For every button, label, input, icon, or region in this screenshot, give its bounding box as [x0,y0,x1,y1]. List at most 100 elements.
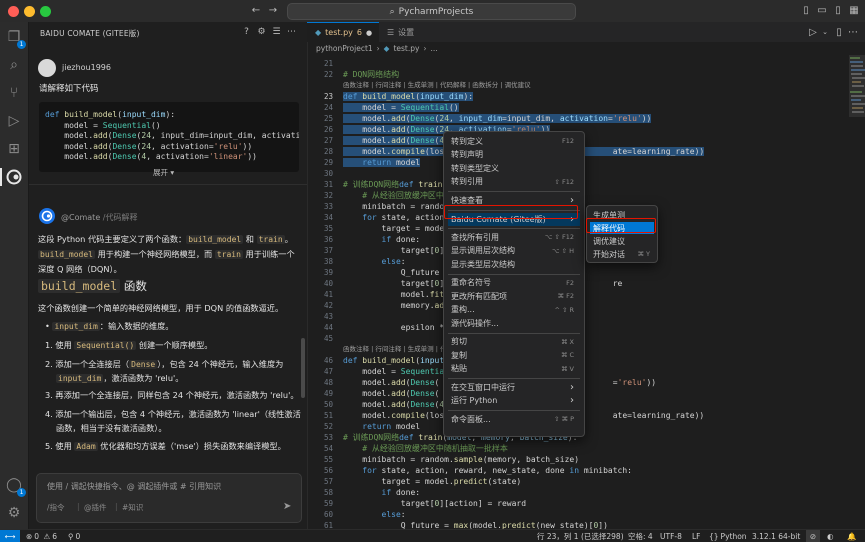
tab-settings[interactable]: ☰ 设置 [379,22,439,42]
menu-item-paste[interactable]: 粘贴 ⌘ V [448,363,580,375]
menu-item-goto-definition[interactable]: 转到定义 F12 [448,135,580,147]
settings-icon[interactable]: ⚙ [256,26,267,37]
panel-scrollbar[interactable] [301,338,305,398]
python-file-icon: ◆ [383,44,390,53]
toggle-panel-icon[interactable]: ▭ [816,4,828,16]
minimize-window-button[interactable] [24,6,35,17]
menu-item-show-type-hierarchy[interactable]: 显示类型层次结构 [448,258,580,270]
code-editor[interactable]: # DQN网络结构 函数注释 | 行间注释 | 生成单测 | 代码解释 | 函数… [343,58,848,531]
line-number: 51 [323,411,333,420]
notifications-bell-icon[interactable]: 🔔 [847,531,856,541]
explorer-badge: 1 [17,40,26,49]
answer-step-3: 3. 再添加一个全连接层，同样包含 24 个神经元，激活函数为 'relu'。 [45,390,299,400]
tab-label: 设置 [398,27,415,37]
menu-item-goto-declaration[interactable]: 转到声明 [448,149,580,161]
language-mode[interactable]: {} Python [709,531,747,541]
run-file-icon[interactable]: ▷ [807,26,819,38]
menu-item-goto-references[interactable]: 转到引用 ⇧ F12 [448,176,580,188]
code-line: model.fit( [343,290,449,299]
menu-separator [448,378,580,379]
minimap[interactable] [849,55,865,529]
code-line: model.add(Dense(4, [343,135,848,146]
menu-item-command-palette[interactable]: 命令面板... ⇧ ⌘ P [448,413,580,425]
python-file-icon: ◆ [315,28,322,37]
run-debug-icon[interactable]: ▷ [5,112,23,130]
toggle-primary-sidebar-icon[interactable]: ▯ [800,4,812,16]
menu-item-run-in-interactive-window[interactable]: 在交互窗口中运行 › [448,381,580,393]
close-window-button[interactable] [8,6,19,17]
line-number: 59 [323,499,333,508]
forward-arrow-icon[interactable]: → [267,4,279,16]
menu-item-shortcut: F12 [561,137,574,145]
menu-item-find-all-references[interactable]: 查找所有引用 ⌥ ⇧ F12 [448,231,580,243]
snippet-line: model.add(Dense(24, activation='relu')) [45,142,253,151]
customize-layout-icon[interactable]: ▦ [848,4,860,16]
problems-indicator[interactable]: ⊗ 0 ⚠ 6 [26,531,57,541]
menu-item-copy[interactable]: 复制 ⌘ C [448,349,580,361]
run-dropdown-icon[interactable]: ⌄ [819,26,831,38]
account-badge: 1 [17,488,26,497]
split-editor-icon[interactable]: ▯ [833,26,845,38]
breadcrumb-symbol[interactable]: ... [430,44,437,53]
code-line: memory.ad [343,301,445,310]
toggle-secondary-sidebar-icon[interactable]: ▯ [832,4,844,16]
line-number: 45 [323,334,333,343]
plugin-chip[interactable]: @插件 [84,502,107,513]
menu-item-shortcut: ⇧ ⌘ P [554,415,574,423]
search-icon[interactable]: ⌕ [5,56,23,74]
cursor-position[interactable]: 行 23，列 1 (已选择298) [537,531,624,541]
codelens[interactable]: 函数注释 | 行间注释 | 生成单测 | 代码解释 | [343,344,848,355]
ports-indicator[interactable]: ⚲ 0 [68,531,80,541]
submenu-item-optimization-suggestions[interactable]: 调优建议 [590,235,654,247]
chevron-right-icon: › [570,194,574,206]
menu-item-label: 更改所有匹配项 [451,291,507,301]
explorer-icon[interactable]: ❐ 1 [5,28,26,49]
history-icon[interactable]: ☰ [271,26,282,37]
more-actions-icon[interactable]: ⋯ [286,26,297,37]
command-chip[interactable]: /指令 [47,502,65,513]
zoom-window-button[interactable] [40,6,51,17]
breadcrumb: pythonProject1 › ◆ test.py › ... [307,42,865,55]
expand-code-button[interactable]: 展开 ▾ [153,167,174,178]
menu-item-change-all-occurrences[interactable]: 更改所有匹配项 ⌘ F2 [448,290,580,302]
extensions-icon[interactable]: ⊞ [5,140,23,158]
copilot-off-icon[interactable]: ⊘ [806,530,820,542]
answer-intro: 这段 Python 代码主要定义了两个函数： build_model 和 trai… [38,234,295,274]
end-of-line[interactable]: LF [692,531,701,541]
breadcrumb-folder[interactable]: pythonProject1 [316,44,373,53]
back-arrow-icon[interactable]: ← [250,4,262,16]
remote-indicator-icon[interactable]: ⟷ [0,530,20,542]
command-search-box[interactable]: ⌕ PycharmProjects [287,3,576,20]
menu-separator [448,228,580,229]
send-icon[interactable]: ➤ [283,501,291,512]
codelens[interactable]: 函数注释 | 行间注释 | 生成单测 | 代码解释 | 函数拆分 | 调优建议 [343,80,848,91]
source-control-icon[interactable]: ⑂ [5,84,23,102]
breadcrumb-file[interactable]: test.py [393,44,419,53]
tab-test-py[interactable]: ◆ test.py 6 ● [307,22,379,42]
comate-icon[interactable] [5,168,23,186]
menu-item-goto-type-definition[interactable]: 转到类型定义 [448,162,580,174]
settings-gear-icon[interactable]: ⚙ [5,504,23,522]
menu-item-show-call-hierarchy[interactable]: 显示调用层次结构 ⌥ ⇧ H [448,245,580,257]
antenna-icon: ⚲ [68,531,74,541]
menu-item-cut[interactable]: 剪切 ⌘ X [448,336,580,348]
chat-input-box[interactable]: 使用 / 调起快捷指令、@ 调起插件或 # 引用知识 /指令 | @插件 | #… [36,473,302,523]
encoding[interactable]: UTF-8 [660,531,682,541]
help-icon[interactable]: ? [241,26,252,37]
title-bar: ← → ⌕ PycharmProjects ▯ ▭ ▯ ▦ [0,0,865,23]
knowledge-chip[interactable]: #知识 [122,502,143,513]
user-name: jiezhou1996 [62,63,111,72]
menu-item-rename-symbol[interactable]: 重命名符号 F2 [448,277,580,289]
submenu-item-start-chat[interactable]: 开始对话 ⌘ Y [590,248,654,260]
menu-item-run-python[interactable]: 运行 Python › [448,395,580,407]
menu-item-source-action[interactable]: 源代码操作... [448,317,580,329]
menu-item-refactor[interactable]: 重构... ^ ⇧ R [448,304,580,316]
submenu-item-label: 调优建议 [593,236,625,246]
more-actions-icon[interactable]: ⋯ [847,26,859,38]
divider [29,184,307,185]
indentation[interactable]: 空格: 4 [628,531,653,541]
account-icon[interactable]: ◯ 1 [5,476,26,497]
unsaved-dot-icon[interactable]: ● [366,29,372,37]
python-interpreter[interactable]: 3.12.1 64-bit [752,531,800,541]
comate-status-icon[interactable]: ◐ [827,531,834,541]
